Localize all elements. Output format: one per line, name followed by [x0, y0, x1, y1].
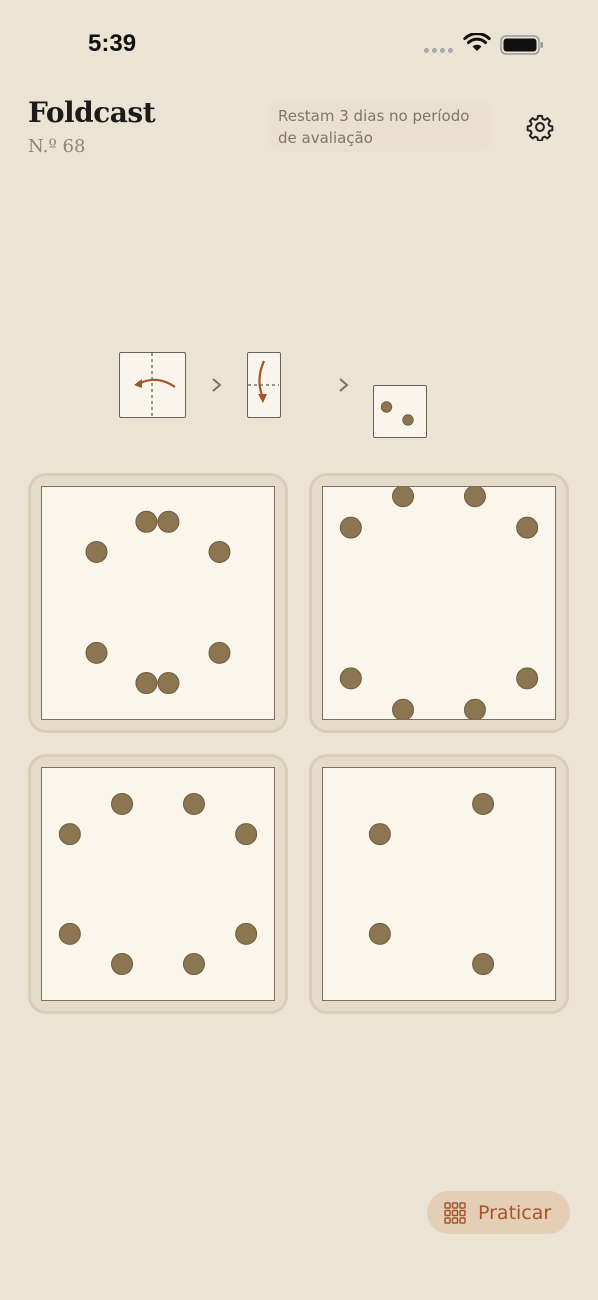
- punched-hole: [392, 487, 415, 508]
- battery-icon: [500, 35, 543, 55]
- punched-hole: [516, 667, 539, 690]
- punched-hole: [463, 698, 486, 719]
- curved-arrow-down-icon: [258, 360, 267, 403]
- fold-result: [373, 385, 427, 438]
- answer-option-2[interactable]: [309, 473, 569, 733]
- punched-hole: [339, 516, 362, 539]
- punched-hole: [157, 510, 180, 533]
- punched-hole: [85, 540, 108, 563]
- wifi-icon: [463, 33, 491, 51]
- punched-hole: [182, 792, 205, 815]
- punched-hole: [208, 641, 231, 664]
- punched-hole: [111, 792, 134, 815]
- punched-hole: [135, 510, 158, 533]
- punched-hole: [111, 953, 134, 976]
- practice-label: Praticar: [478, 1201, 552, 1224]
- answer-option-1[interactable]: [28, 473, 288, 733]
- gear-icon[interactable]: [526, 113, 554, 141]
- punched-hole: [368, 922, 391, 945]
- punched-hole: [472, 792, 495, 815]
- punched-hole: [339, 667, 362, 690]
- option-paper: [322, 767, 556, 1001]
- signal-icon: [424, 48, 453, 53]
- option-paper: [41, 486, 275, 720]
- punched-hole: [402, 414, 414, 426]
- chevron-right-icon: [212, 378, 222, 392]
- app-title: Foldcast: [28, 96, 156, 129]
- punched-hole: [380, 401, 393, 413]
- punched-hole: [463, 487, 486, 508]
- punched-hole: [182, 953, 205, 976]
- punched-hole: [208, 540, 231, 563]
- practice-button[interactable]: Praticar: [427, 1191, 570, 1234]
- punched-hole: [368, 823, 391, 846]
- punched-hole: [58, 823, 81, 846]
- option-paper: [41, 767, 275, 1001]
- punched-hole: [516, 516, 539, 539]
- fold-step-1: [119, 352, 186, 418]
- status-time: 5:39: [88, 30, 137, 57]
- curved-arrow-left-icon: [134, 378, 176, 388]
- punched-hole: [135, 672, 158, 695]
- fold-step-2: [247, 352, 281, 418]
- punched-hole: [392, 698, 415, 719]
- answer-option-4[interactable]: [309, 754, 569, 1014]
- puzzle-number: N.º 68: [28, 136, 86, 157]
- punched-hole: [235, 922, 258, 945]
- grid-icon: [444, 1201, 466, 1224]
- option-paper: [322, 486, 556, 720]
- punched-hole: [58, 922, 81, 945]
- punched-hole: [235, 823, 258, 846]
- punched-hole: [472, 953, 495, 976]
- answer-option-3[interactable]: [28, 754, 288, 1014]
- punched-hole: [157, 672, 180, 695]
- trial-notice: Restam 3 dias no período de avaliação: [268, 100, 492, 152]
- chevron-right-icon: [339, 378, 349, 392]
- punched-hole: [85, 641, 108, 664]
